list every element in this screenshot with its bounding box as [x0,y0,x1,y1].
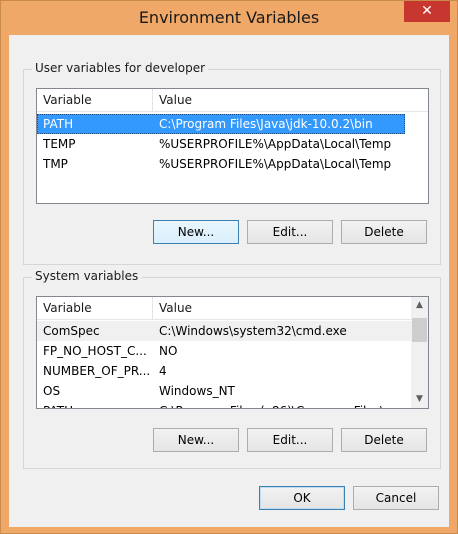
system-variables-list[interactable]: Variable Value ComSpec C:\Windows\system… [36,296,429,409]
column-header-value[interactable]: Value [153,89,192,111]
user-row-temp[interactable]: TEMP %USERPROFILE%\AppData\Local\Temp [37,134,428,154]
column-header-value[interactable]: Value [153,297,192,319]
variable-value: %USERPROFILE%\AppData\Local\Temp [159,157,392,171]
system-list-header: Variable Value [37,297,411,320]
system-edit-button[interactable]: Edit... [247,428,333,452]
variable-name: TMP [43,157,68,171]
system-row-fp-no-host[interactable]: FP_NO_HOST_C... NO [37,341,411,361]
environment-variables-dialog: Environment Variables ✕ User variables f… [0,0,458,534]
user-variables-list[interactable]: Variable Value PATH C:\Program Files\Jav… [36,88,429,204]
variable-name: FP_NO_HOST_C... [43,344,147,358]
close-icon: ✕ [421,3,433,19]
window-title: Environment Variables [138,8,320,27]
close-button[interactable]: ✕ [404,1,450,22]
system-row-comspec[interactable]: ComSpec C:\Windows\system32\cmd.exe [37,321,411,341]
variable-value: C:\Program Files\Java\jdk-10.0.2\bin [159,117,373,131]
dialog-body: User variables for developer Variable Va… [9,35,449,527]
system-row-os[interactable]: OS Windows_NT [37,381,411,401]
system-list-scrollbar[interactable]: ▲ ▼ [411,297,428,408]
system-variables-group: System variables Variable Value ComSpec … [23,269,441,469]
variable-name: PATH [43,401,153,408]
variable-value: C:\Program Files (x86)\Common Files\... [159,401,396,408]
ok-button[interactable]: OK [259,486,345,510]
scrollbar-thumb[interactable] [412,318,427,342]
user-edit-button[interactable]: Edit... [247,220,333,244]
variable-name: OS [43,384,61,398]
variable-name: NUMBER_OF_PR... [43,364,151,378]
variable-value: NO [159,344,178,358]
scroll-down-arrow-icon[interactable]: ▼ [411,391,428,408]
user-row-path[interactable]: PATH C:\Program Files\Java\jdk-10.0.2\bi… [37,114,405,134]
user-delete-button[interactable]: Delete [341,220,427,244]
system-variables-label: System variables [32,269,142,283]
column-header-variable[interactable]: Variable [37,297,153,319]
system-delete-button[interactable]: Delete [341,428,427,452]
variable-value: Windows_NT [159,384,235,398]
variable-name: PATH [43,117,74,131]
variable-value: 4 [159,364,167,378]
cancel-button[interactable]: Cancel [353,486,439,510]
variable-name: ComSpec [43,324,100,338]
column-header-variable[interactable]: Variable [37,89,153,111]
user-variables-group: User variables for developer Variable Va… [23,61,441,265]
variable-name: TEMP [43,137,76,151]
system-row-number-of-processors[interactable]: NUMBER_OF_PR... 4 [37,361,411,381]
user-variables-label: User variables for developer [32,61,209,75]
user-list-header: Variable Value [37,89,428,112]
variable-value: %USERPROFILE%\AppData\Local\Temp [159,137,392,151]
title-bar[interactable]: Environment Variables ✕ [1,1,457,35]
system-row-path[interactable]: PATH C:\Program Files (x86)\Common Files… [37,401,411,408]
user-row-tmp[interactable]: TMP %USERPROFILE%\AppData\Local\Temp [37,154,428,174]
user-new-button[interactable]: New... [153,220,239,244]
system-new-button[interactable]: New... [153,428,239,452]
variable-value: C:\Windows\system32\cmd.exe [159,324,347,338]
scroll-up-arrow-icon[interactable]: ▲ [411,297,428,314]
